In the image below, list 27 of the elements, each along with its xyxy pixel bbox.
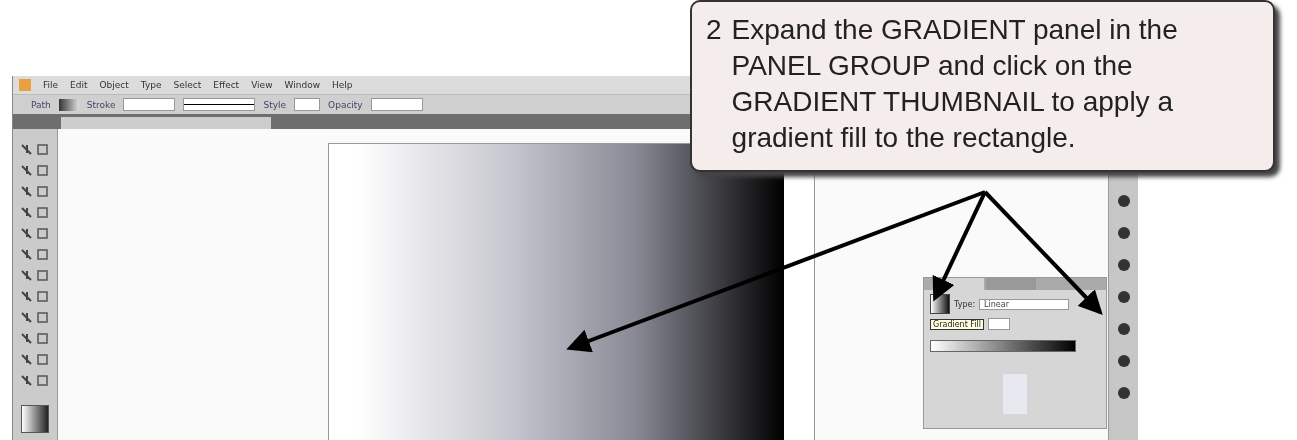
- opacity-label: Opacity: [328, 99, 363, 110]
- instruction-text: Expand the GRADIENT panel in the PANEL GROUP and click on the GRADIENT THUMBNAIL to apply a gradient fill to the rectangle.: [731, 13, 1179, 155]
- type-dropdown[interactable]: Linear: [979, 298, 1070, 310]
- menu-item[interactable]: File: [43, 80, 59, 90]
- menu-item[interactable]: Type: [140, 80, 162, 90]
- style-label: Style: [263, 99, 287, 110]
- menu-item[interactable]: Effect: [213, 80, 240, 90]
- angle-field[interactable]: [988, 318, 1011, 330]
- stroke-label: Stroke: [86, 99, 116, 110]
- menu-item[interactable]: Window: [284, 80, 320, 90]
- step-number: 2: [706, 13, 722, 47]
- menu-item[interactable]: Help: [332, 80, 353, 90]
- stroke-dropdown[interactable]: [123, 98, 176, 111]
- menu-item[interactable]: View: [251, 80, 273, 90]
- style-dropdown[interactable]: [294, 98, 321, 111]
- menu-item[interactable]: Select: [173, 80, 202, 90]
- type-label: Type:: [954, 299, 976, 309]
- menu-item[interactable]: Object: [99, 80, 129, 90]
- gradient-preview: [1003, 374, 1027, 414]
- opacity-field[interactable]: [370, 98, 423, 111]
- fill-stroke-swatch[interactable]: [21, 405, 49, 433]
- tooltip: Gradient Fill: [930, 318, 985, 330]
- gradient-thumbnail[interactable]: [930, 294, 950, 314]
- menu-item[interactable]: Edit: [70, 80, 88, 90]
- selection-label: Path: [31, 99, 51, 110]
- fill-swatch[interactable]: [58, 98, 79, 111]
- stroke-style-dropdown[interactable]: [183, 98, 256, 111]
